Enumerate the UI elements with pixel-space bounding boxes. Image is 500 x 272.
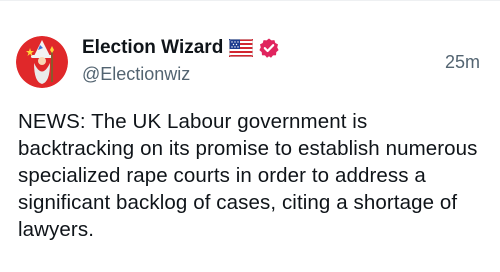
verified-badge-icon[interactable] <box>258 37 280 59</box>
post[interactable]: Election Wizard @Electionwiz 25m NEWS: T… <box>0 0 500 272</box>
post-timestamp[interactable]: 25m <box>445 52 480 73</box>
wizard-avatar-icon <box>16 36 68 88</box>
author-handle[interactable]: @Electionwiz <box>82 64 190 85</box>
author-display-name[interactable]: Election Wizard <box>82 37 223 59</box>
author-name-row: Election Wizard <box>82 36 280 60</box>
us-flag-icon <box>229 39 254 57</box>
avatar[interactable] <box>16 36 68 88</box>
post-body-text: NEWS: The UK Labour government is backtr… <box>18 110 478 241</box>
